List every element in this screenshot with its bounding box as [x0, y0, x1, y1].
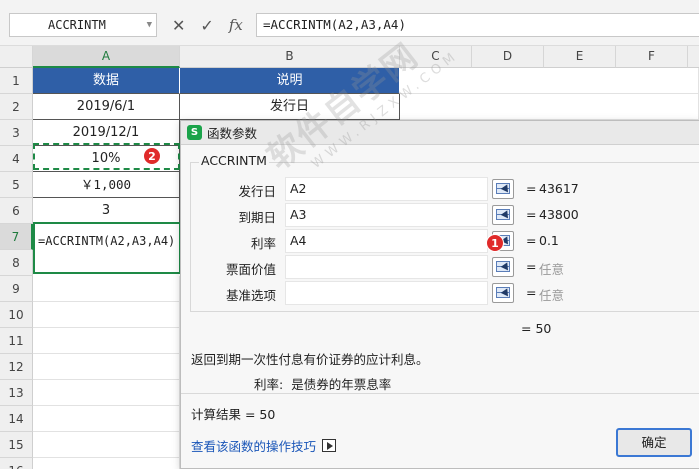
- cell-a1[interactable]: 数据: [33, 68, 180, 94]
- formula-tools: ✕ ✓ fx: [172, 12, 243, 38]
- arg-input-rate[interactable]: A4: [285, 229, 488, 253]
- arg-label: 利率: [250, 236, 276, 251]
- range-select-icon[interactable]: [492, 205, 514, 225]
- cell-a7-editing[interactable]: =ACCRINTM(A2,A3,A4): [33, 222, 181, 274]
- column-header-d[interactable]: D: [472, 46, 544, 68]
- cell-a2[interactable]: 2019/6/1: [33, 94, 180, 120]
- arg-label: 到期日: [238, 210, 276, 225]
- cell-a11[interactable]: [33, 328, 180, 354]
- row-header-4[interactable]: 4: [0, 146, 33, 172]
- row-header-7[interactable]: 7: [0, 224, 33, 250]
- cell-a14[interactable]: [33, 406, 180, 432]
- row-header-15[interactable]: 15: [0, 432, 33, 458]
- cell-c1[interactable]: [400, 68, 699, 94]
- ok-button[interactable]: 确定: [616, 428, 692, 457]
- cell-a16[interactable]: [33, 458, 180, 469]
- parameter-name: 利率:: [254, 377, 284, 392]
- arg-equals: =: [526, 285, 537, 300]
- check-icon[interactable]: ✓: [200, 16, 213, 35]
- arg-value-hint: 任意: [539, 288, 565, 303]
- cell-a6[interactable]: 3: [33, 198, 180, 224]
- arg-equals: =: [526, 181, 537, 196]
- video-play-icon[interactable]: [322, 439, 337, 452]
- parameter-help: 是债券的年票息率: [291, 377, 392, 392]
- function-name-label: ACCRINTM: [199, 153, 269, 168]
- arg-row-maturity: 到期日 A3 = 43800: [181, 203, 699, 229]
- chevron-down-icon[interactable]: ▼: [147, 14, 152, 36]
- function-result-preview: = 50: [521, 321, 552, 336]
- arg-input-par[interactable]: [285, 255, 488, 279]
- arg-row-basis: 基准选项 = 任意: [181, 281, 699, 307]
- column-header-e[interactable]: E: [544, 46, 616, 68]
- row-header-11[interactable]: 11: [0, 328, 33, 354]
- arg-value-hint: 任意: [539, 262, 565, 277]
- column-header-f[interactable]: F: [616, 46, 688, 68]
- row-header-12[interactable]: 12: [0, 354, 33, 380]
- arg-row-settlement: 发行日 A2 = 43617: [181, 177, 699, 203]
- arg-label: 票面价值: [225, 262, 276, 277]
- row-header-3[interactable]: 3: [0, 120, 33, 146]
- column-header-a[interactable]: A: [33, 46, 180, 68]
- range-select-icon[interactable]: [492, 179, 514, 199]
- row-header-2[interactable]: 2: [0, 94, 33, 120]
- arg-row-par: 票面价值 = 任意: [181, 255, 699, 281]
- row-header-6[interactable]: 6: [0, 198, 33, 224]
- name-box-text: ACCRINTM: [48, 18, 106, 32]
- parameter-description: 利率: 是债券的年票息率: [254, 374, 391, 393]
- step-badge-2: 2: [143, 147, 161, 165]
- dialog-title: 函数参数: [207, 126, 258, 141]
- cell-b1[interactable]: 说明: [180, 68, 400, 94]
- tips-link-text[interactable]: 查看该函数的操作技巧: [191, 436, 316, 455]
- cell-a15[interactable]: [33, 432, 180, 458]
- column-header-c[interactable]: C: [400, 46, 472, 68]
- select-all-corner[interactable]: [0, 46, 33, 68]
- arg-label: 基准选项: [225, 288, 276, 303]
- column-header-b[interactable]: B: [180, 46, 400, 68]
- arg-equals: =: [526, 259, 537, 274]
- app-logo-icon: S: [187, 125, 202, 140]
- function-tips-link[interactable]: 查看该函数的操作技巧: [191, 436, 337, 455]
- row-header-9[interactable]: 9: [0, 276, 33, 302]
- cell-a10[interactable]: [33, 302, 180, 328]
- row-header-16[interactable]: 16: [0, 458, 33, 469]
- column-header-g[interactable]: [688, 46, 699, 68]
- function-arguments-dialog: S 函数参数 ACCRINTM 发行日 A2 = 43617 到期日 A3 = …: [180, 120, 699, 469]
- arg-value: 0.1: [539, 233, 559, 248]
- arg-row-rate: 利率 A4 = 0.1: [181, 229, 699, 255]
- arg-equals: =: [526, 207, 537, 222]
- cell-a9[interactable]: [33, 276, 180, 302]
- range-select-icon[interactable]: [492, 257, 514, 277]
- name-box[interactable]: ACCRINTM ▼: [9, 13, 157, 37]
- arg-equals: =: [526, 233, 537, 248]
- divider: [181, 393, 699, 394]
- row-header-1[interactable]: 1: [0, 68, 33, 94]
- arg-value: 43800: [539, 207, 579, 222]
- cell-a5[interactable]: ￥1,000: [33, 172, 180, 198]
- formula-input[interactable]: =ACCRINTM(A2,A3,A4): [256, 13, 699, 37]
- row-header-13[interactable]: 13: [0, 380, 33, 406]
- cell-a13[interactable]: [33, 380, 180, 406]
- arg-input-maturity[interactable]: A3: [285, 203, 488, 227]
- row-header-10[interactable]: 10: [0, 302, 33, 328]
- calculation-result: 计算结果 = 50: [191, 407, 276, 422]
- row-header-5[interactable]: 5: [0, 172, 33, 198]
- function-description: 返回到期一次性付息有价证券的应计利息。: [191, 352, 429, 367]
- cell-a12[interactable]: [33, 354, 180, 380]
- row-header-8[interactable]: 8: [0, 250, 33, 276]
- close-icon[interactable]: ✕: [172, 16, 185, 35]
- cell-b2[interactable]: 发行日: [180, 94, 400, 120]
- function-icon[interactable]: fx: [229, 16, 243, 34]
- spreadsheet-window: ACCRINTM ▼ ✕ ✓ fx =ACCRINTM(A2,A3,A4) A …: [0, 0, 699, 469]
- arg-input-basis[interactable]: [285, 281, 488, 305]
- range-select-icon[interactable]: [492, 283, 514, 303]
- arg-input-settlement[interactable]: A2: [285, 177, 488, 201]
- arg-value: 43617: [539, 181, 579, 196]
- arg-label: 发行日: [238, 184, 276, 199]
- formula-bar: ACCRINTM ▼ ✕ ✓ fx =ACCRINTM(A2,A3,A4): [0, 0, 699, 46]
- dialog-title-bar[interactable]: S 函数参数: [181, 121, 699, 145]
- row-header-14[interactable]: 14: [0, 406, 33, 432]
- step-badge-1: 1: [486, 234, 504, 252]
- cell-c2[interactable]: [400, 94, 699, 120]
